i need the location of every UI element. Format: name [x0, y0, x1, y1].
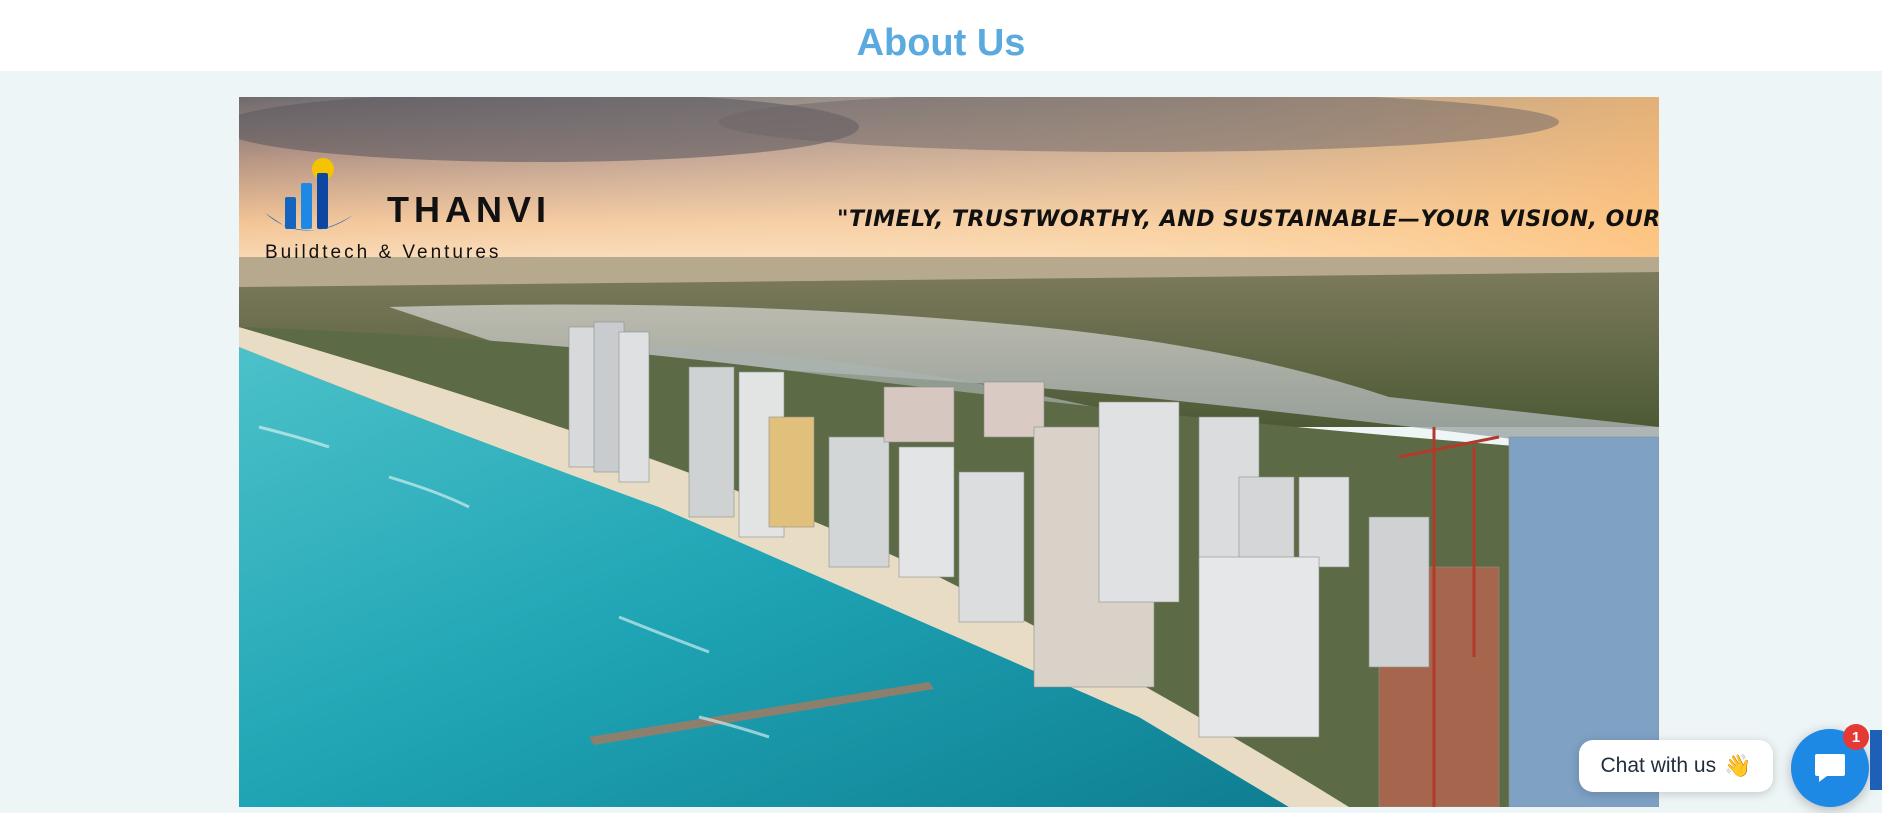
notification-badge: 1 — [1843, 724, 1869, 750]
about-banner-image: THANVI Buildtech & Ventures "Timely, tru… — [239, 97, 1659, 807]
banner-tagline: "Timely, trustworthy, and sustainable—yo… — [837, 207, 1659, 232]
rising-bars-logo-icon — [265, 158, 353, 231]
chat-label: Chat with us — [1600, 754, 1717, 777]
waving-hand-icon: 👋 — [1724, 753, 1752, 778]
logo-subtitle: Buildtech & Ventures — [265, 242, 502, 263]
page-header: About Us — [0, 0, 1882, 71]
side-edge-tab[interactable] — [1870, 730, 1882, 790]
logo-name: THANVI — [387, 189, 551, 230]
thanvi-logo: THANVI Buildtech & Ventures — [263, 155, 563, 265]
page-title: About Us — [856, 22, 1026, 64]
chat-with-us-button[interactable]: Chat with us 👋 — [1579, 740, 1773, 792]
chat-bubble-icon — [1815, 754, 1845, 782]
